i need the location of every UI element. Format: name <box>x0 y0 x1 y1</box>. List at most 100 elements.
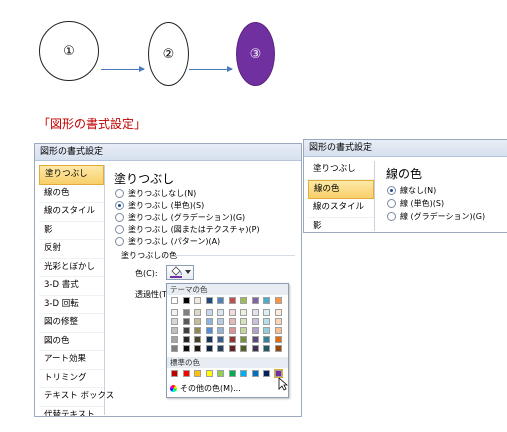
standard-color-swatch[interactable] <box>240 370 247 377</box>
theme-shade-swatch[interactable] <box>182 345 190 352</box>
theme-color-swatch[interactable] <box>205 297 213 304</box>
theme-shade-swatch[interactable] <box>217 327 224 334</box>
theme-shade-swatch[interactable] <box>263 318 270 325</box>
theme-shade-swatch[interactable] <box>205 345 213 352</box>
theme-shade-swatch[interactable] <box>194 309 201 316</box>
theme-color-swatch[interactable] <box>240 297 247 304</box>
sidebar-item-artistic-effects[interactable]: アート効果 <box>39 351 104 370</box>
theme-shade-swatch[interactable] <box>217 318 224 325</box>
theme-color-swatch[interactable] <box>194 297 201 304</box>
theme-shade-swatch[interactable] <box>251 309 259 316</box>
theme-color-swatch[interactable] <box>263 297 270 304</box>
standard-color-swatch[interactable] <box>205 370 213 377</box>
theme-color-swatch[interactable] <box>228 297 236 304</box>
theme-shade-swatch[interactable] <box>171 336 178 343</box>
theme-shade-swatch[interactable] <box>263 345 270 352</box>
standard-color-swatch[interactable] <box>171 370 178 377</box>
theme-color-swatch[interactable] <box>171 297 178 304</box>
theme-shade-swatch[interactable] <box>228 309 236 316</box>
sidebar-item-fill[interactable]: 塗りつぶし <box>39 165 104 185</box>
sidebar-item-line-color[interactable]: 線の色 <box>39 185 104 203</box>
theme-shade-swatch[interactable] <box>194 336 201 343</box>
radio-gradient-fill[interactable]: 塗りつぶし (グラデーション)(G) <box>115 212 245 223</box>
theme-shade-swatch[interactable] <box>274 309 282 316</box>
shape-2[interactable]: ② <box>148 22 189 86</box>
theme-shade-swatch[interactable] <box>171 309 178 316</box>
radio-gradient-line[interactable]: 線 (グラデーション)(G) <box>387 211 485 222</box>
theme-shade-swatch[interactable] <box>182 309 190 316</box>
theme-shade-swatch[interactable] <box>228 327 236 334</box>
radio-picture-fill[interactable]: 塗りつぶし (図またはテクスチャ)(P) <box>115 224 260 235</box>
sidebar-item-line-color[interactable]: 線の色 <box>308 179 374 199</box>
theme-shade-swatch[interactable] <box>274 318 282 325</box>
theme-shade-swatch[interactable] <box>240 309 247 316</box>
theme-shade-swatch[interactable] <box>240 327 247 334</box>
sidebar-item-glow[interactable]: 光彩とぼかし <box>39 259 104 277</box>
theme-color-swatch[interactable] <box>274 297 282 304</box>
standard-color-swatch[interactable] <box>228 370 236 377</box>
theme-shade-swatch[interactable] <box>194 327 201 334</box>
sidebar-item-picture-color[interactable]: 図の色 <box>39 333 104 351</box>
theme-shade-swatch[interactable] <box>263 336 270 343</box>
radio-pattern-fill[interactable]: 塗りつぶし (パターン)(A) <box>115 236 220 247</box>
theme-shade-swatch[interactable] <box>251 345 259 352</box>
radio-solid-fill[interactable]: 塗りつぶし (単色)(S) <box>115 200 204 211</box>
theme-shade-swatch[interactable] <box>194 345 201 352</box>
theme-color-swatch[interactable] <box>182 297 190 304</box>
shape-1[interactable]: ① <box>39 21 99 81</box>
standard-color-swatch[interactable] <box>217 370 224 377</box>
theme-shade-swatch[interactable] <box>171 318 178 325</box>
theme-shade-swatch[interactable] <box>217 345 224 352</box>
sidebar-item-line-style[interactable]: 線のスタイル <box>39 203 104 222</box>
shape-3[interactable]: ③ <box>236 22 275 86</box>
sidebar-item-picture-corrections[interactable]: 図の修整 <box>39 314 104 333</box>
theme-shade-swatch[interactable] <box>251 327 259 334</box>
theme-shade-swatch[interactable] <box>251 336 259 343</box>
sidebar-item-reflection[interactable]: 反射 <box>39 240 104 259</box>
more-colors-item[interactable]: その他の色(M)... <box>170 383 241 394</box>
radio-solid-line[interactable]: 線 (単色)(S) <box>387 198 444 209</box>
standard-color-swatch[interactable] <box>182 370 190 377</box>
sidebar-item-text-box[interactable]: テキスト ボックス <box>39 388 114 407</box>
theme-shade-swatch[interactable] <box>171 345 178 352</box>
standard-color-swatch[interactable] <box>194 370 201 377</box>
theme-shade-swatch[interactable] <box>228 318 236 325</box>
theme-shade-swatch[interactable] <box>240 345 247 352</box>
sidebar-item-shadow[interactable]: 影 <box>308 218 374 233</box>
theme-shade-swatch[interactable] <box>263 309 270 316</box>
theme-shade-swatch[interactable] <box>274 327 282 334</box>
standard-color-swatch[interactable] <box>263 370 270 377</box>
theme-shade-swatch[interactable] <box>228 345 236 352</box>
theme-shade-swatch[interactable] <box>171 327 178 334</box>
theme-shade-swatch[interactable] <box>182 318 190 325</box>
theme-shade-swatch[interactable] <box>240 336 247 343</box>
theme-shade-swatch[interactable] <box>205 318 213 325</box>
theme-shade-swatch[interactable] <box>205 336 213 343</box>
theme-shade-swatch[interactable] <box>182 327 190 334</box>
theme-color-swatch[interactable] <box>251 297 259 304</box>
sidebar-item-3d-format[interactable]: 3-D 書式 <box>39 277 104 296</box>
theme-shade-swatch[interactable] <box>217 309 224 316</box>
theme-shade-swatch[interactable] <box>274 336 282 343</box>
theme-shade-swatch[interactable] <box>274 345 282 352</box>
theme-shade-swatch[interactable] <box>228 336 236 343</box>
standard-color-swatch[interactable] <box>273 369 283 378</box>
fill-color-dropdown[interactable] <box>166 265 194 280</box>
radio-no-fill[interactable]: 塗りつぶしなし(N) <box>115 188 196 199</box>
sidebar-item-fill[interactable]: 塗りつぶし <box>308 161 374 180</box>
sidebar-item-alt-text[interactable]: 代替テキスト <box>39 407 104 417</box>
theme-shade-swatch[interactable] <box>182 336 190 343</box>
sidebar-item-3d-rotation[interactable]: 3-D 回転 <box>39 296 104 314</box>
theme-shade-swatch[interactable] <box>240 318 247 325</box>
theme-shade-swatch[interactable] <box>194 318 201 325</box>
theme-shade-swatch[interactable] <box>205 309 213 316</box>
sidebar-item-shadow[interactable]: 影 <box>39 222 104 240</box>
theme-shade-swatch[interactable] <box>251 318 259 325</box>
sidebar-item-crop[interactable]: トリミング <box>39 370 104 388</box>
standard-color-swatch[interactable] <box>251 370 259 377</box>
theme-color-swatch[interactable] <box>217 297 224 304</box>
radio-no-line[interactable]: 線なし(N) <box>387 185 436 196</box>
theme-shade-swatch[interactable] <box>263 327 270 334</box>
theme-shade-swatch[interactable] <box>205 327 213 334</box>
theme-shade-swatch[interactable] <box>217 336 224 343</box>
